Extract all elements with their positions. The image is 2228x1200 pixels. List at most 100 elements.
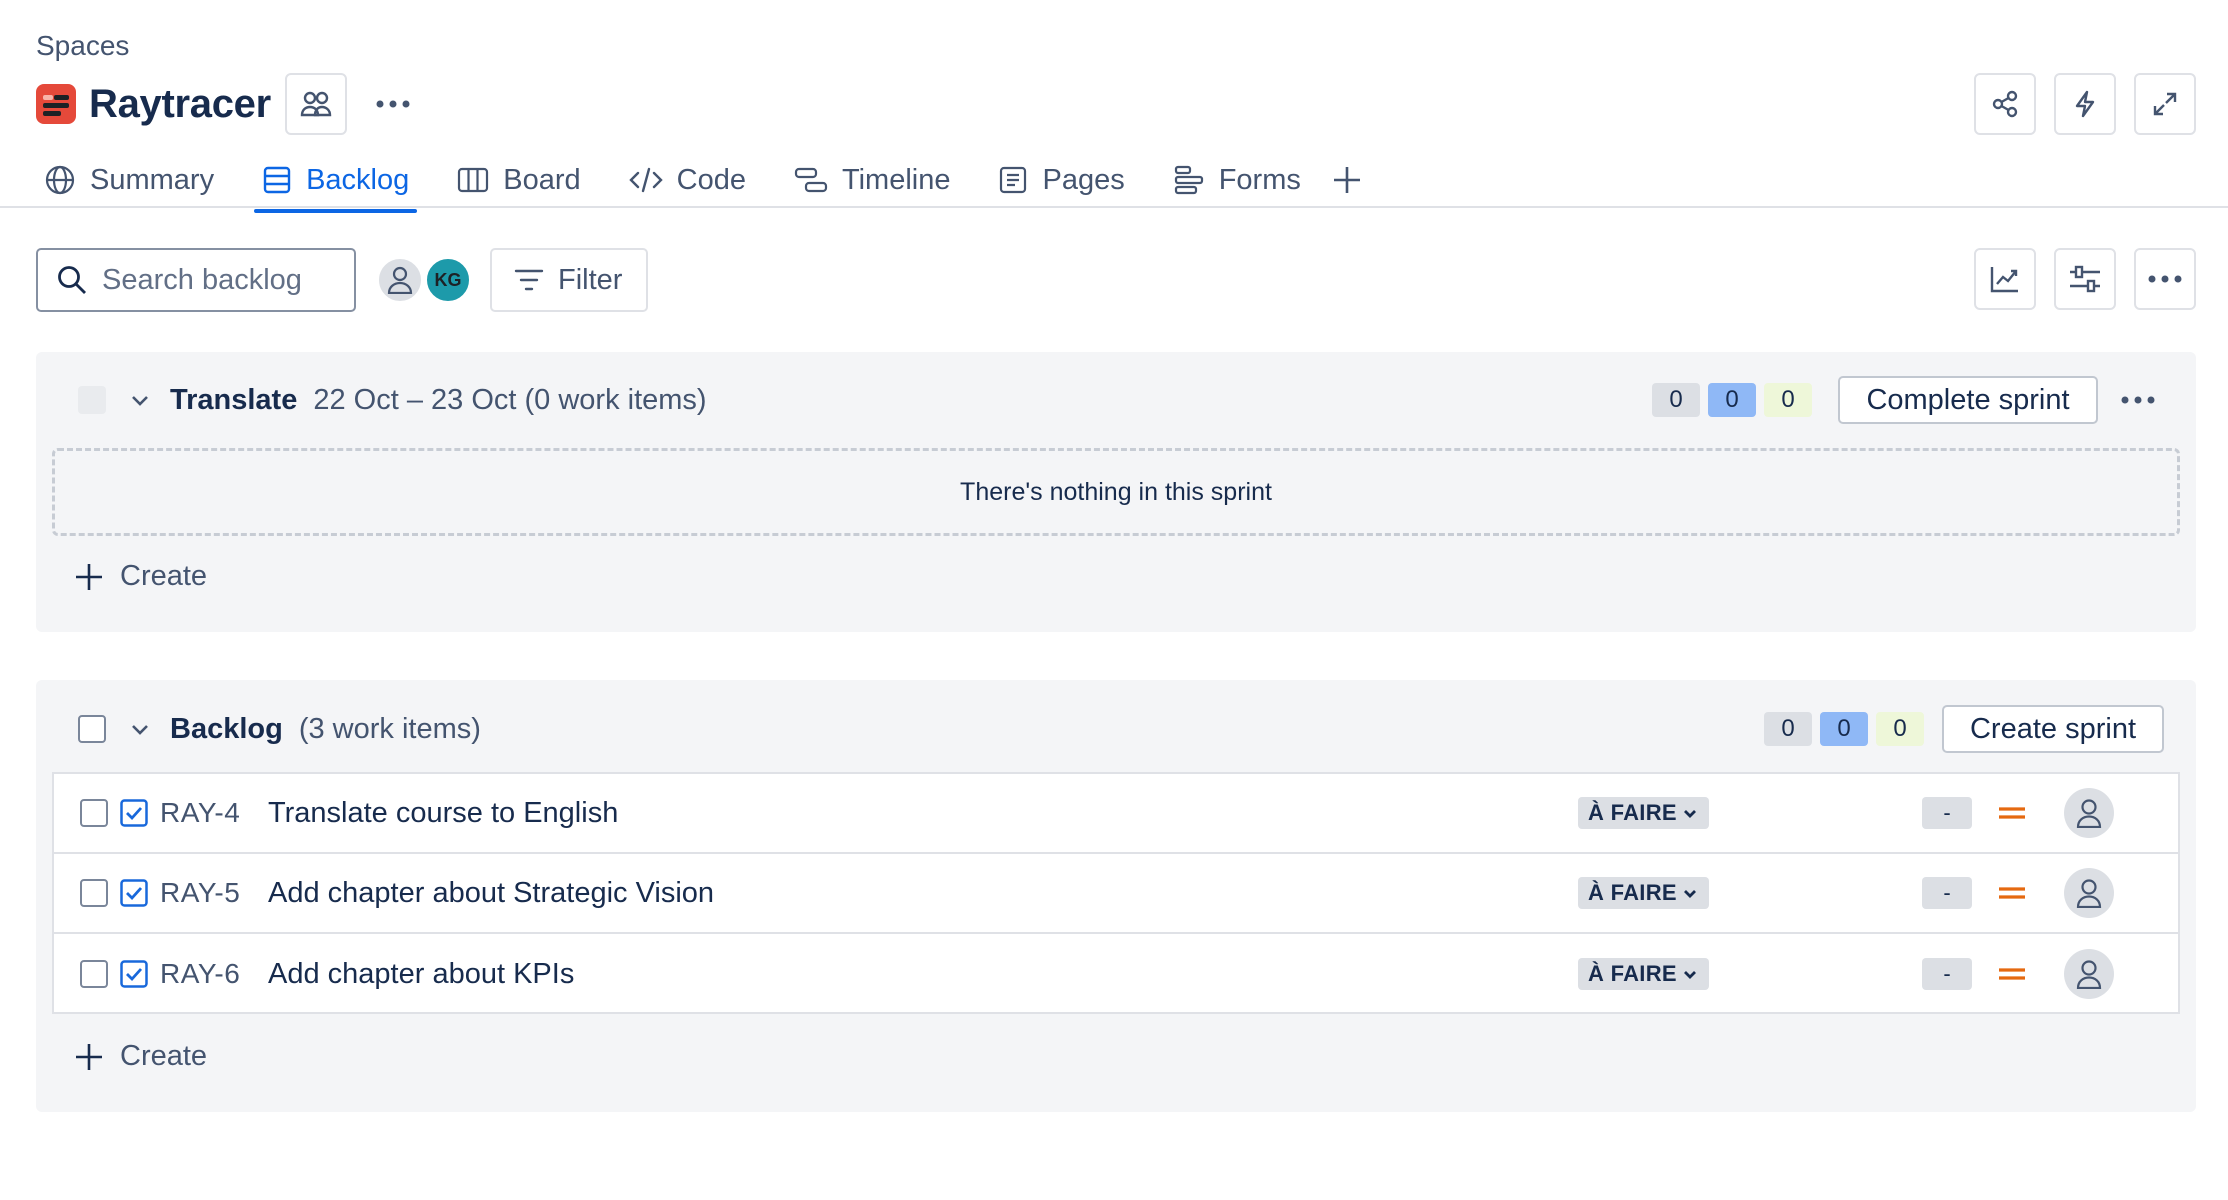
more-actions-button[interactable] — [365, 76, 421, 132]
sprint-create-button[interactable]: Create — [74, 560, 207, 593]
complete-sprint-button[interactable]: Complete sprint — [1838, 376, 2098, 424]
tab-board-label: Board — [503, 163, 581, 196]
chart-icon — [1990, 267, 2018, 293]
tabs-divider — [0, 206, 2228, 208]
fullscreen-button[interactable] — [2134, 73, 2196, 135]
top-actions — [1974, 73, 2196, 135]
backlog-more-button[interactable] — [2134, 248, 2196, 310]
count-done: 0 — [1876, 712, 1924, 746]
status-dropdown[interactable]: À FAIRE — [1578, 958, 1709, 990]
assignee-avatar[interactable] — [2064, 868, 2114, 918]
filter-icon — [514, 269, 544, 291]
create-sprint-button[interactable]: Create sprint — [1942, 705, 2164, 753]
story-points-field[interactable]: - — [1922, 958, 1972, 990]
issue-summary[interactable]: Add chapter about KPIs — [268, 958, 574, 991]
task-checkbox-icon — [120, 960, 148, 988]
person-icon — [2076, 879, 2102, 908]
backlog-create-label: Create — [120, 1040, 208, 1072]
more-horizontal-icon — [2148, 275, 2182, 283]
table-row[interactable]: RAY-4 Translate course to English À FAIR… — [54, 774, 2178, 854]
assignee-avatar[interactable] — [2064, 788, 2114, 838]
priority-medium-icon[interactable] — [1998, 883, 2026, 903]
issue-key[interactable]: RAY-6 — [160, 958, 262, 990]
page-title: Raytracer — [89, 81, 271, 126]
status-dropdown[interactable]: À FAIRE — [1578, 797, 1709, 829]
tab-forms[interactable]: Forms — [1165, 150, 1309, 210]
issue-key[interactable]: RAY-5 — [160, 877, 262, 909]
expand-icon — [2153, 92, 2177, 116]
pages-icon — [1000, 166, 1027, 194]
settings-sliders-icon — [2070, 265, 2100, 293]
sprint-counts: 0 0 0 — [1652, 383, 1812, 417]
share-icon — [1992, 90, 2018, 118]
backlog-select-all-checkbox[interactable] — [78, 715, 106, 743]
tab-board[interactable]: Board — [449, 150, 588, 210]
share-button[interactable] — [1974, 73, 2036, 135]
sprint-create-label: Create — [120, 560, 208, 592]
backlog-create-button[interactable]: Create — [74, 1040, 207, 1073]
sprint-name[interactable]: Translate — [170, 384, 297, 417]
count-todo: 0 — [1764, 712, 1812, 746]
tab-backlog[interactable]: Backlog — [254, 150, 418, 213]
avatar-kg[interactable]: KG — [424, 256, 472, 304]
people-icon — [300, 91, 332, 117]
task-checkbox-icon — [120, 799, 148, 827]
task-checkbox-icon — [120, 879, 148, 907]
chevron-down-icon[interactable] — [128, 717, 152, 741]
empty-sprint-text: There's nothing in this sprint — [960, 477, 1272, 506]
tab-timeline[interactable]: Timeline — [786, 150, 959, 210]
story-points-field[interactable]: - — [1922, 877, 1972, 909]
avatar-unassigned[interactable] — [376, 256, 424, 304]
story-points-field[interactable]: - — [1922, 797, 1972, 829]
add-tab-button[interactable] — [1327, 152, 1367, 208]
sprint-more-button[interactable] — [2110, 372, 2166, 428]
priority-medium-icon[interactable] — [1998, 803, 2026, 823]
search-input[interactable]: Search backlog — [36, 248, 356, 312]
issue-checkbox[interactable] — [80, 799, 108, 827]
issue-key[interactable]: RAY-4 — [160, 797, 262, 829]
breadcrumb[interactable]: Spaces — [36, 30, 129, 62]
tab-forms-label: Forms — [1218, 163, 1301, 196]
backlog-name: Backlog — [170, 712, 283, 745]
count-in-progress: 0 — [1708, 383, 1756, 417]
table-row[interactable]: RAY-6 Add chapter about KPIs À FAIRE - — [54, 934, 2178, 1014]
plus-icon — [76, 1043, 102, 1070]
count-in-progress: 0 — [1820, 712, 1868, 746]
empty-sprint-dropzone[interactable]: There's nothing in this sprint — [52, 448, 2180, 536]
automation-button[interactable] — [2054, 73, 2116, 135]
chevron-down-icon[interactable] — [128, 388, 152, 412]
more-horizontal-icon — [2121, 396, 2155, 404]
issue-summary[interactable]: Translate course to English — [268, 797, 618, 830]
issue-checkbox[interactable] — [80, 879, 108, 907]
backlog-toolbar: Search backlog KG Filter — [36, 248, 649, 312]
status-label: À FAIRE — [1588, 880, 1677, 905]
project-header: Raytracer — [36, 73, 421, 135]
backlog-panel: Backlog (3 work items) 0 0 0 Create spri… — [36, 680, 2196, 1112]
issue-checkbox[interactable] — [80, 960, 108, 988]
tab-pages[interactable]: Pages — [990, 150, 1132, 210]
forms-icon — [1174, 165, 1203, 195]
tab-summary[interactable]: Summary — [36, 150, 222, 210]
person-icon — [387, 266, 413, 294]
status-label: À FAIRE — [1588, 800, 1677, 825]
chevron-down-icon — [1683, 971, 1696, 979]
sprint-select-checkbox — [78, 386, 106, 414]
board-icon — [458, 167, 489, 193]
issue-summary[interactable]: Add chapter about Strategic Vision — [268, 877, 714, 910]
insights-button[interactable] — [1974, 248, 2036, 310]
search-placeholder: Search backlog — [102, 263, 302, 296]
tab-code-label: Code — [676, 163, 746, 196]
table-row[interactable]: RAY-5 Add chapter about Strategic Vision… — [54, 854, 2178, 934]
view-settings-button[interactable] — [2054, 248, 2116, 310]
tab-backlog-label: Backlog — [306, 163, 410, 196]
priority-medium-icon[interactable] — [1998, 964, 2026, 984]
status-dropdown[interactable]: À FAIRE — [1578, 877, 1709, 909]
globe-icon — [45, 165, 75, 195]
lightning-icon — [2075, 90, 2095, 118]
sprint-meta: 22 Oct – 23 Oct (0 work items) — [313, 383, 707, 416]
assignee-avatar[interactable] — [2064, 949, 2114, 999]
tab-code[interactable]: Code — [621, 150, 754, 210]
tab-timeline-label: Timeline — [841, 163, 951, 196]
team-button[interactable] — [284, 73, 347, 135]
filter-button[interactable]: Filter — [490, 248, 649, 312]
